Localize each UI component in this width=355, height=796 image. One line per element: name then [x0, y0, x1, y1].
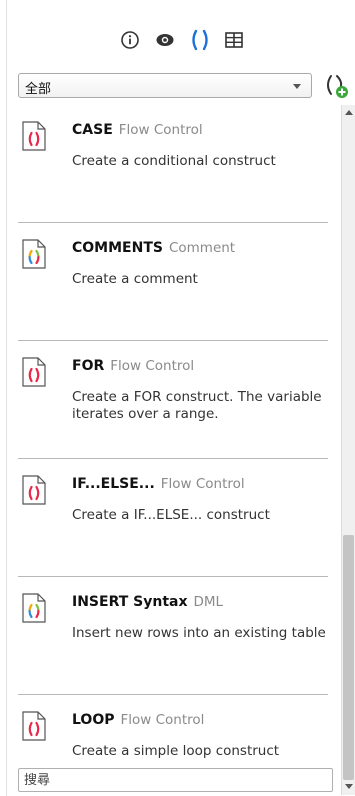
- scroll-down-arrow-icon[interactable]: [345, 784, 353, 789]
- panel-icon: [225, 32, 243, 48]
- snippet-category: Flow Control: [160, 476, 245, 492]
- snippet-item-insert-syntax[interactable]: INSERT Syntax DML Insert new rows into an…: [18, 577, 328, 695]
- eye-icon: [156, 34, 174, 46]
- category-select-value: 全部: [25, 82, 52, 97]
- snippet-item-for[interactable]: FOR Flow Control Create a FOR construct. …: [18, 341, 328, 459]
- snippet-description: Create a FOR construct. The variable ite…: [72, 389, 322, 422]
- scrollbar-thumb[interactable]: [343, 535, 354, 780]
- parentheses-icon: [192, 29, 208, 51]
- chevron-down-icon: [293, 84, 301, 89]
- snippet-category: Flow Control: [120, 712, 205, 728]
- snippet-title: IF...ELSE... Flow Control: [72, 476, 245, 492]
- snippet-red-icon: [22, 121, 46, 151]
- snippet-item-comments[interactable]: COMMENTS Comment Create a comment: [18, 223, 328, 341]
- snippet-item-loop[interactable]: LOOP Flow Control Create a simple loop co…: [18, 695, 328, 765]
- snippet-red-icon: [22, 357, 46, 387]
- snippets-button[interactable]: [188, 28, 212, 52]
- snippet-category: Flow Control: [110, 358, 195, 374]
- snippet-item-case[interactable]: CASE Flow Control Create a conditional co…: [18, 105, 328, 223]
- info-icon: [121, 31, 139, 49]
- search-input[interactable]: [18, 768, 333, 792]
- snippet-item-if-else[interactable]: IF...ELSE... Flow Control Create a IF...E…: [18, 459, 328, 577]
- snippet-category: Flow Control: [118, 122, 203, 138]
- add-snippet-button[interactable]: [322, 72, 350, 100]
- preview-button[interactable]: [153, 28, 177, 52]
- info-button[interactable]: [118, 28, 142, 52]
- category-select[interactable]: 全部: [18, 73, 312, 98]
- add-snippet-icon: [327, 75, 348, 98]
- snippet-title: FOR Flow Control: [72, 358, 195, 374]
- snippet-multicolor-icon: [22, 239, 46, 269]
- snippet-category: Comment: [168, 240, 236, 256]
- snippet-title: LOOP Flow Control: [72, 712, 205, 728]
- scroll-up-arrow-icon[interactable]: [345, 110, 353, 115]
- top-toolbar: [0, 28, 355, 56]
- panel-left-border: [6, 0, 7, 796]
- snippet-red-icon: [22, 711, 46, 741]
- snippet-description: Create a IF...ELSE... construct: [72, 507, 270, 523]
- list-scrollbar[interactable]: [341, 105, 355, 795]
- snippet-red-icon: [22, 475, 46, 505]
- layout-button[interactable]: [222, 28, 246, 52]
- snippet-title: CASE Flow Control: [72, 122, 203, 138]
- snippet-description: Create a simple loop construct: [72, 743, 280, 759]
- snippet-multicolor-icon: [22, 593, 46, 623]
- snippet-title: COMMENTS Comment: [72, 240, 236, 256]
- snippet-description: Create a comment: [72, 271, 198, 287]
- snippet-description: Insert new rows into an existing table: [72, 625, 326, 641]
- snippet-category: DML: [193, 594, 224, 610]
- snippet-description: Create a conditional construct: [72, 153, 276, 169]
- snippet-list: CASE Flow Control Create a conditional co…: [18, 105, 340, 765]
- snippet-title: INSERT Syntax DML: [72, 594, 224, 610]
